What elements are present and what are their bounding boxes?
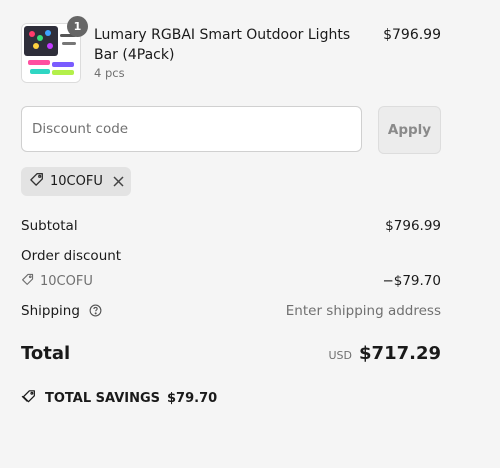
total-savings: TOTAL SAVINGS $79.70	[21, 389, 217, 408]
cart-line-item: 1 Lumary RGBAI Smart Outdoor Lights Bar …	[21, 16, 441, 83]
savings-label: TOTAL SAVINGS	[45, 391, 161, 406]
total-amount-group: USD $717.29	[329, 343, 442, 364]
subtotal-value: $796.99	[385, 218, 441, 234]
order-discount-row: Order discount	[21, 248, 441, 264]
applied-discount-chip: 10COFU	[21, 167, 131, 196]
discount-amount: −$79.70	[382, 273, 441, 289]
tag-icon	[29, 172, 44, 191]
savings-value: $79.70	[167, 391, 218, 406]
product-variant: 4 pcs	[94, 66, 125, 80]
product-name: Lumary RGBAI Smart Outdoor Lights Bar (4…	[94, 27, 351, 63]
shipping-value: Enter shipping address	[285, 303, 441, 319]
discount-code-label: 10COFU	[40, 274, 93, 289]
product-price: $796.99	[383, 27, 441, 43]
savings-tag-icon	[21, 389, 37, 408]
total-value: $717.29	[359, 343, 441, 364]
remove-discount-close-icon[interactable]	[111, 174, 127, 190]
discount-code-row: 10COFU −$79.70	[21, 273, 441, 290]
currency-code: USD	[328, 349, 353, 362]
shipping-label: Shipping	[21, 303, 80, 319]
tag-icon	[21, 273, 34, 290]
discount-code-input[interactable]	[21, 106, 362, 152]
apply-discount-button[interactable]: Apply	[378, 106, 441, 154]
total-label: Total	[21, 343, 71, 364]
order-discount-label: Order discount	[21, 248, 122, 264]
subtotal-label: Subtotal	[21, 218, 78, 234]
quantity-badge: 1	[67, 16, 88, 37]
applied-code-label: 10COFU	[50, 174, 103, 189]
help-circle-icon[interactable]	[89, 304, 102, 321]
shipping-row: Shipping Enter shipping address	[21, 303, 441, 321]
subtotal-row: Subtotal $796.99	[21, 218, 441, 234]
